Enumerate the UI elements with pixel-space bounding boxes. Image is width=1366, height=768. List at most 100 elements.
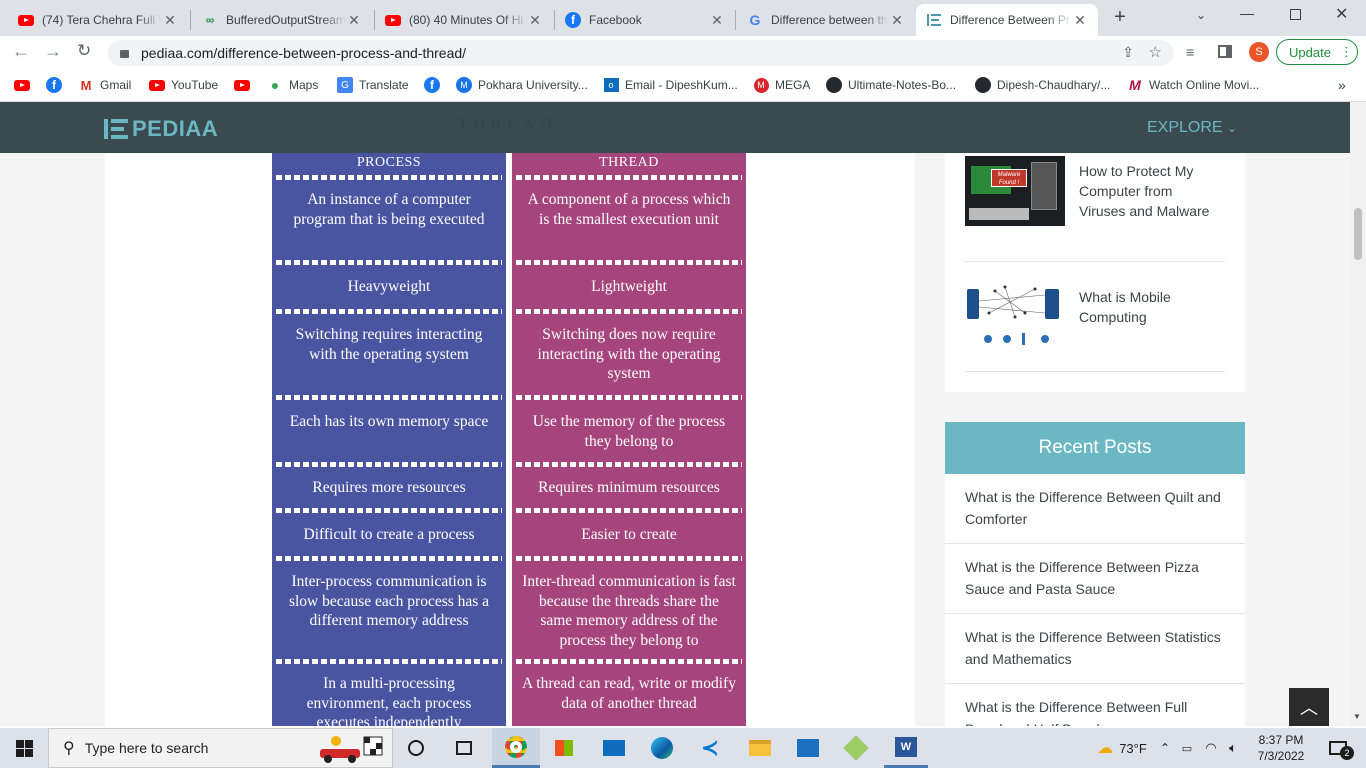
reading-list-icon[interactable]: ≡ bbox=[1186, 44, 1194, 60]
clock[interactable]: 8:37 PM 7/3/2022 bbox=[1250, 728, 1312, 768]
close-icon[interactable]: ✕ bbox=[1072, 12, 1088, 29]
recent-post-link[interactable]: What is the Difference Between Pizza Sau… bbox=[945, 544, 1245, 614]
scroll-down-arrow-icon[interactable]: ▼ bbox=[1353, 712, 1361, 721]
tab-strip: (74) Tera Chehra Full V ✕ ∞ BufferedOutp… bbox=[0, 0, 1366, 36]
bookmark-movies[interactable]: M Watch Online Movi... bbox=[1127, 77, 1259, 93]
webpage: PROCESS An instance of a computer progra… bbox=[0, 102, 1350, 726]
taskbar-search-box[interactable]: ⚲ Type here to search bbox=[48, 728, 393, 768]
vscode-icon[interactable]: ≺ bbox=[690, 728, 730, 768]
bookmark-facebook-1[interactable]: f bbox=[46, 77, 68, 93]
bookmarks-overflow[interactable]: » bbox=[1338, 77, 1346, 93]
battery-icon[interactable]: ▭ bbox=[1178, 728, 1196, 768]
bookmark-ultimate-notes[interactable]: Ultimate-Notes-Bo... bbox=[826, 77, 956, 93]
reload-icon[interactable]: ↻ bbox=[77, 41, 91, 61]
bookmark-label: Translate bbox=[359, 78, 409, 92]
windows-logo-icon bbox=[15, 739, 33, 757]
wifi-icon[interactable]: ◠ bbox=[1202, 728, 1220, 768]
tab-2[interactable]: ∞ BufferedOutputStream ✕ bbox=[192, 4, 372, 36]
store-icon[interactable] bbox=[544, 728, 584, 768]
weather-widget[interactable]: ☁ 73°F bbox=[1082, 728, 1162, 768]
recent-post-link[interactable]: What is the Difference Between Quilt and… bbox=[945, 474, 1245, 544]
profile-avatar[interactable]: S bbox=[1249, 42, 1269, 62]
notification-center[interactable]: 2 bbox=[1320, 728, 1356, 768]
related-post-title[interactable]: How to Protect My Computer from Viruses … bbox=[1079, 161, 1219, 221]
bookmark-gmail[interactable]: M Gmail bbox=[78, 77, 132, 93]
close-icon[interactable]: ✕ bbox=[162, 12, 178, 29]
tab-1[interactable]: (74) Tera Chehra Full V ✕ bbox=[8, 4, 188, 36]
file-explorer-icon[interactable] bbox=[740, 728, 780, 768]
scrollbar-thumb[interactable] bbox=[1354, 208, 1362, 260]
university-icon: M bbox=[456, 77, 472, 93]
bookmark-mega[interactable]: M MEGA bbox=[753, 77, 810, 93]
tab-5[interactable]: G Difference between th ✕ bbox=[737, 4, 915, 36]
article-content: PROCESS An instance of a computer progra… bbox=[105, 153, 915, 726]
bookmark-email[interactable]: o Email - DipeshKum... bbox=[603, 77, 738, 93]
update-button[interactable]: Update ⋮ bbox=[1276, 39, 1358, 65]
tab-3[interactable]: (80) 40 Minutes Of Hi ✕ bbox=[375, 4, 553, 36]
weather-temp: 73°F bbox=[1119, 740, 1147, 756]
show-hidden-icons[interactable]: ⌃ bbox=[1156, 728, 1174, 768]
recent-post-link[interactable]: What is the Difference Between Statistic… bbox=[945, 614, 1245, 684]
share-icon[interactable]: ⇪ bbox=[1122, 44, 1134, 61]
process-row-8: In a multi-processing environment, each … bbox=[306, 675, 472, 726]
new-tab-button[interactable]: + bbox=[1108, 6, 1132, 30]
back-to-top-button[interactable]: ︿ bbox=[1289, 688, 1329, 726]
tab-6-active[interactable]: Difference Between Pr ✕ bbox=[916, 4, 1098, 36]
edge-icon[interactable] bbox=[642, 728, 682, 768]
page-scrollbar[interactable]: ▼ bbox=[1350, 102, 1366, 726]
more-menu-icon: ⋮ bbox=[1339, 44, 1353, 59]
bookmark-facebook-2[interactable]: f bbox=[424, 77, 446, 93]
bookmark-label: Maps bbox=[289, 78, 319, 92]
tab-title: Difference Between Pr bbox=[950, 13, 1070, 27]
close-icon[interactable]: ✕ bbox=[527, 12, 543, 29]
bookmark-maps[interactable]: ● Maps bbox=[267, 77, 319, 93]
mobile-computing-thumbnail[interactable] bbox=[965, 283, 1065, 353]
window-close-icon[interactable]: ✕ bbox=[1335, 4, 1348, 24]
bookmark-star-icon[interactable]: ☆ bbox=[1149, 43, 1162, 61]
bookmark-label: MEGA bbox=[775, 78, 811, 92]
close-icon[interactable]: ✕ bbox=[709, 12, 725, 29]
bookmark-dipesh[interactable]: Dipesh-Chaudhary/... bbox=[975, 77, 1110, 93]
bookmark-youtube[interactable]: YouTube bbox=[149, 77, 218, 93]
network-diagram-icon bbox=[967, 285, 1059, 345]
cortana-icon[interactable] bbox=[396, 728, 436, 768]
recent-post-link[interactable]: What is the Difference Between Full Boar… bbox=[945, 684, 1245, 726]
youtube-icon bbox=[14, 77, 30, 93]
bookmark-translate[interactable]: G Translate bbox=[337, 77, 409, 93]
explore-menu[interactable]: EXPLORE ⌄ bbox=[1147, 119, 1237, 137]
process-row-7: Inter-process communication is slow beca… bbox=[288, 573, 490, 629]
bookmark-pokhara[interactable]: M Pokhara University... bbox=[456, 77, 588, 93]
close-icon[interactable]: ✕ bbox=[346, 12, 362, 29]
address-bar[interactable]: pediaa.com/difference-between-process-an… bbox=[108, 40, 1174, 66]
tab-4[interactable]: f Facebook ✕ bbox=[555, 4, 735, 36]
thread-row-7: Inter-thread communication is fast becau… bbox=[522, 573, 736, 649]
close-icon[interactable]: ✕ bbox=[889, 12, 905, 29]
bookmark-youtube-1[interactable] bbox=[14, 77, 36, 93]
thread-row-4: Use the memory of the process they belon… bbox=[532, 413, 726, 450]
volume-icon[interactable]: 🔈︎ bbox=[1224, 728, 1242, 768]
gmail-icon: M bbox=[80, 77, 92, 93]
chrome-taskbar-icon[interactable] bbox=[492, 728, 540, 768]
youtube-icon bbox=[385, 12, 401, 28]
side-panel-icon[interactable] bbox=[1218, 45, 1232, 58]
malware-thumbnail[interactable]: Malware Found ! bbox=[965, 156, 1065, 226]
minimize-icon[interactable] bbox=[1240, 14, 1254, 15]
faded-heading: THREAD bbox=[458, 114, 557, 133]
thread-row-5: Requires minimum resources bbox=[538, 479, 720, 496]
word-icon[interactable]: W bbox=[884, 728, 928, 768]
back-icon[interactable]: ← bbox=[12, 41, 30, 62]
site-logo[interactable]: PEDIAA bbox=[104, 116, 218, 142]
github-icon bbox=[826, 77, 842, 93]
related-post-title[interactable]: What is Mobile Computing bbox=[1079, 287, 1219, 327]
tab-search-icon[interactable]: ⌄ bbox=[1196, 8, 1206, 22]
3d-viewer-icon[interactable] bbox=[836, 728, 876, 768]
site-header: PEDIAA THREAD EXPLORE ⌄ bbox=[0, 102, 1350, 153]
photos-icon[interactable] bbox=[788, 728, 828, 768]
mail-icon[interactable] bbox=[594, 728, 634, 768]
task-view-icon[interactable] bbox=[444, 728, 484, 768]
bookmark-label: Pokhara University... bbox=[478, 78, 588, 92]
restore-icon[interactable] bbox=[1290, 9, 1301, 20]
forward-icon[interactable]: → bbox=[44, 41, 62, 62]
bookmark-youtube-2[interactable] bbox=[234, 77, 256, 93]
start-button[interactable] bbox=[0, 728, 48, 768]
